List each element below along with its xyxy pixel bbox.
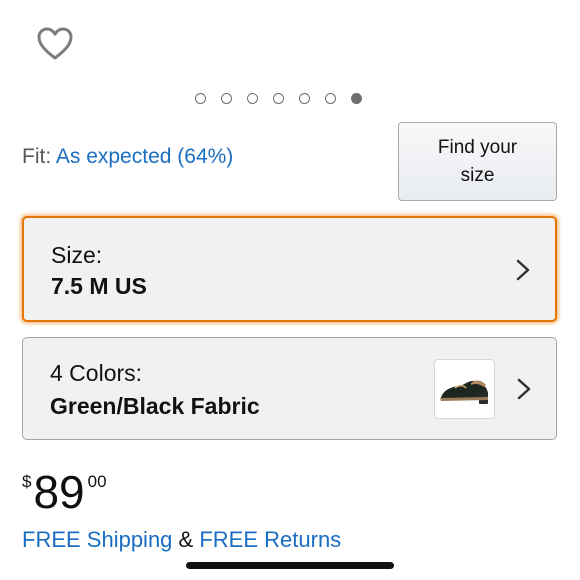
home-indicator[interactable]: [186, 562, 394, 569]
chevron-right-icon: [517, 378, 531, 400]
find-your-size-button[interactable]: Find your size: [398, 122, 557, 201]
carousel-dot[interactable]: [299, 92, 310, 104]
size-selector-label: Size:: [51, 242, 103, 268]
size-selector[interactable]: Size: 7.5 M US: [22, 216, 557, 322]
carousel-dot[interactable]: [221, 92, 232, 104]
wishlist-heart-button[interactable]: [36, 26, 74, 62]
color-selector[interactable]: 4 Colors: Green/Black Fabric: [22, 337, 557, 440]
color-selector-value: Green/Black Fabric: [50, 393, 260, 419]
fit-value-link[interactable]: As expected (64%): [56, 145, 233, 168]
free-returns-link[interactable]: FREE Returns: [199, 527, 341, 552]
price-fraction: 00: [87, 472, 107, 491]
chevron-right-icon: [516, 259, 530, 281]
find-your-size-label: Find your size: [437, 136, 518, 186]
carousel-dot[interactable]: [247, 92, 258, 104]
color-selector-label: 4 Colors:: [50, 360, 143, 386]
free-shipping-link[interactable]: FREE Shipping: [22, 527, 172, 552]
carousel-dot[interactable]: [325, 92, 336, 104]
carousel-dot-active[interactable]: [351, 92, 362, 104]
loafer-shoe-thumbnail: [434, 359, 495, 419]
shipping-info: FREE Shipping & FREE Returns: [22, 527, 341, 553]
size-selector-value: 7.5 M US: [51, 273, 147, 299]
carousel-dot[interactable]: [273, 92, 284, 104]
price-currency-symbol: $: [22, 472, 32, 491]
price: $ 89 00: [22, 466, 107, 522]
shipping-connector: &: [178, 527, 194, 552]
carousel-dot[interactable]: [195, 92, 206, 104]
price-whole: 89: [33, 466, 85, 518]
image-carousel-indicator: [195, 90, 385, 106]
heart-outline-icon: [37, 27, 73, 60]
fit-info: Fit: As expected (64%): [22, 145, 233, 169]
fit-label: Fit:: [22, 145, 52, 168]
